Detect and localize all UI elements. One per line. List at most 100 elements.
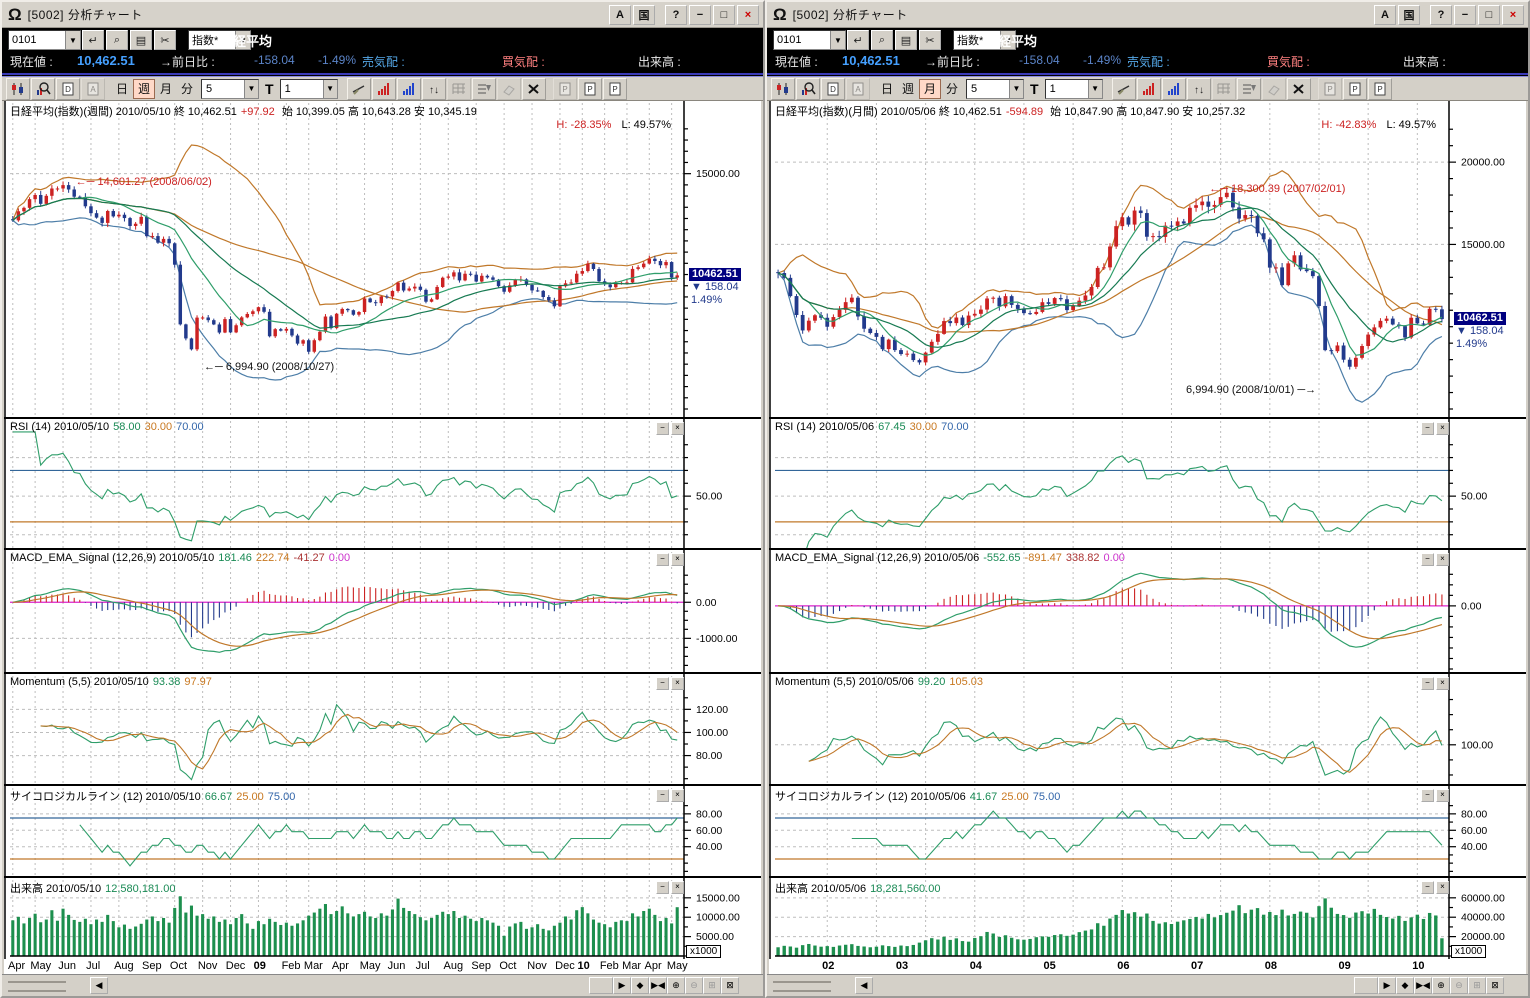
period-button-週[interactable]: 週 (133, 79, 155, 99)
scroll-thumb[interactable] (589, 977, 613, 994)
scroll-left-button[interactable]: ◀ (855, 977, 873, 994)
chevron-down-icon[interactable]: ▼ (1088, 80, 1102, 98)
zoom-in-icon[interactable]: ⊕ (1432, 977, 1450, 994)
titlebar-tool-button[interactable]: A (609, 5, 631, 25)
search-icon[interactable]: ⌕ (106, 30, 128, 50)
period-button-日[interactable]: 日 (112, 80, 132, 98)
zoom-chart-icon[interactable] (31, 78, 55, 100)
resize-grip-icon[interactable] (773, 981, 831, 992)
chart-scrollbar[interactable]: ◀▶◆▶◀⊕⊖⊞⊠ (767, 974, 1528, 995)
symbol-code-combo[interactable]: 0101 ▼ (8, 30, 81, 50)
histogram-red-icon[interactable] (372, 78, 396, 100)
scroll-right-button[interactable]: ▶ (1378, 977, 1396, 994)
scissors-icon[interactable]: ✂ (154, 30, 176, 50)
chart-scrollbar[interactable]: ◀▶◆▶◀⊕⊖⊞⊠ (2, 974, 763, 995)
panel-minimize-button[interactable]: − (1421, 422, 1434, 435)
chevron-down-icon[interactable]: ▼ (830, 31, 845, 49)
period-button-日[interactable]: 日 (877, 80, 897, 98)
candlestick-icon[interactable] (771, 78, 795, 100)
histogram-blue-icon[interactable] (1162, 78, 1186, 100)
maximize-button[interactable]: □ (1478, 5, 1500, 25)
minimize-button[interactable]: − (689, 5, 711, 25)
zoom-chart-icon[interactable] (796, 78, 820, 100)
search-icon[interactable]: ⌕ (871, 30, 893, 50)
panel-close-button[interactable]: × (671, 422, 684, 435)
delete-x-icon[interactable] (1287, 78, 1311, 100)
panel-close-button[interactable]: × (671, 881, 684, 894)
panel-close-button[interactable]: × (1436, 422, 1449, 435)
help-button[interactable]: ? (1430, 5, 1452, 25)
symbol-code-combo[interactable]: 0101 ▼ (773, 30, 846, 50)
panel-minimize-button[interactable]: − (1421, 677, 1434, 690)
minimize-button[interactable]: − (1454, 5, 1476, 25)
chevron-down-icon[interactable]: ▼ (323, 80, 337, 98)
minute-combo[interactable]: 5▼ (201, 79, 259, 99)
scroll-thumb[interactable] (1354, 977, 1378, 994)
histogram-red-icon[interactable] (1137, 78, 1161, 100)
board-icon[interactable] (472, 78, 496, 100)
restore-page-icon[interactable]: P (603, 78, 627, 100)
enter-icon[interactable]: ↵ (847, 30, 869, 50)
panel-minimize-button[interactable]: − (656, 881, 669, 894)
period-button-分[interactable]: 分 (177, 80, 197, 98)
panel-minimize-button[interactable]: − (656, 677, 669, 690)
enter-icon[interactable]: ↵ (82, 30, 104, 50)
titlebar-tool-button[interactable]: 国 (633, 5, 655, 25)
panel-minimize-button[interactable]: − (656, 553, 669, 566)
tick-combo[interactable]: 1▼ (1045, 79, 1103, 99)
histogram-blue-icon[interactable] (397, 78, 421, 100)
board-icon[interactable] (1237, 78, 1261, 100)
new-page-icon[interactable]: D (821, 78, 845, 100)
panel-minimize-button[interactable]: − (1421, 553, 1434, 566)
panel-close-button[interactable]: × (1436, 789, 1449, 802)
page-edit-icon[interactable]: ▤ (895, 30, 917, 50)
save-page-icon[interactable]: P (1343, 78, 1367, 100)
scroll-left-button[interactable]: ◀ (90, 977, 108, 994)
panel-close-button[interactable]: × (1436, 881, 1449, 894)
period-button-分[interactable]: 分 (942, 80, 962, 98)
period-button-月[interactable]: 月 (919, 79, 941, 99)
close-chart-icon[interactable]: ⊠ (721, 977, 739, 994)
compress-icon[interactable]: ▶◀ (649, 977, 667, 994)
step-icon[interactable]: ◆ (631, 977, 649, 994)
step-icon[interactable]: ◆ (1396, 977, 1414, 994)
page-edit-icon[interactable]: ▤ (130, 30, 152, 50)
titlebar-tool-button[interactable]: 国 (1398, 5, 1420, 25)
new-page-icon[interactable]: D (56, 78, 80, 100)
minute-combo[interactable]: 5▼ (966, 79, 1024, 99)
panel-close-button[interactable]: × (671, 789, 684, 802)
chevron-down-icon[interactable]: ▼ (244, 80, 258, 98)
panel-close-button[interactable]: × (1436, 553, 1449, 566)
scissors-icon[interactable]: ✂ (919, 30, 941, 50)
close-button[interactable]: × (737, 5, 759, 25)
tick-combo[interactable]: 1▼ (280, 79, 338, 99)
zoom-in-icon[interactable]: ⊕ (667, 977, 685, 994)
trendline-icon[interactable] (1112, 78, 1136, 100)
panel-minimize-button[interactable]: − (1421, 881, 1434, 894)
help-button[interactable]: ? (665, 5, 687, 25)
period-button-月[interactable]: 月 (156, 80, 176, 98)
sort-arrows-icon[interactable]: ↑↓ (1187, 78, 1211, 100)
panel-minimize-button[interactable]: − (656, 422, 669, 435)
close-button[interactable]: × (1502, 5, 1524, 25)
restore-page-icon[interactable]: P (1368, 78, 1392, 100)
chevron-down-icon[interactable]: ▼ (65, 31, 80, 49)
panel-minimize-button[interactable]: − (1421, 789, 1434, 802)
titlebar-tool-button[interactable]: A (1374, 5, 1396, 25)
scroll-right-button[interactable]: ▶ (613, 977, 631, 994)
period-button-週[interactable]: 週 (898, 80, 918, 98)
compress-icon[interactable]: ▶◀ (1414, 977, 1432, 994)
maximize-button[interactable]: □ (713, 5, 735, 25)
resize-grip-icon[interactable] (8, 981, 66, 992)
sort-arrows-icon[interactable]: ↑↓ (422, 78, 446, 100)
chevron-down-icon[interactable]: ▼ (1009, 80, 1023, 98)
panel-minimize-button[interactable]: − (656, 789, 669, 802)
panel-close-button[interactable]: × (671, 677, 684, 690)
close-chart-icon[interactable]: ⊠ (1486, 977, 1504, 994)
trendline-icon[interactable] (347, 78, 371, 100)
save-page-icon[interactable]: P (578, 78, 602, 100)
candlestick-icon[interactable] (6, 78, 30, 100)
panel-close-button[interactable]: × (1436, 677, 1449, 690)
panel-close-button[interactable]: × (671, 553, 684, 566)
delete-x-icon[interactable] (522, 78, 546, 100)
